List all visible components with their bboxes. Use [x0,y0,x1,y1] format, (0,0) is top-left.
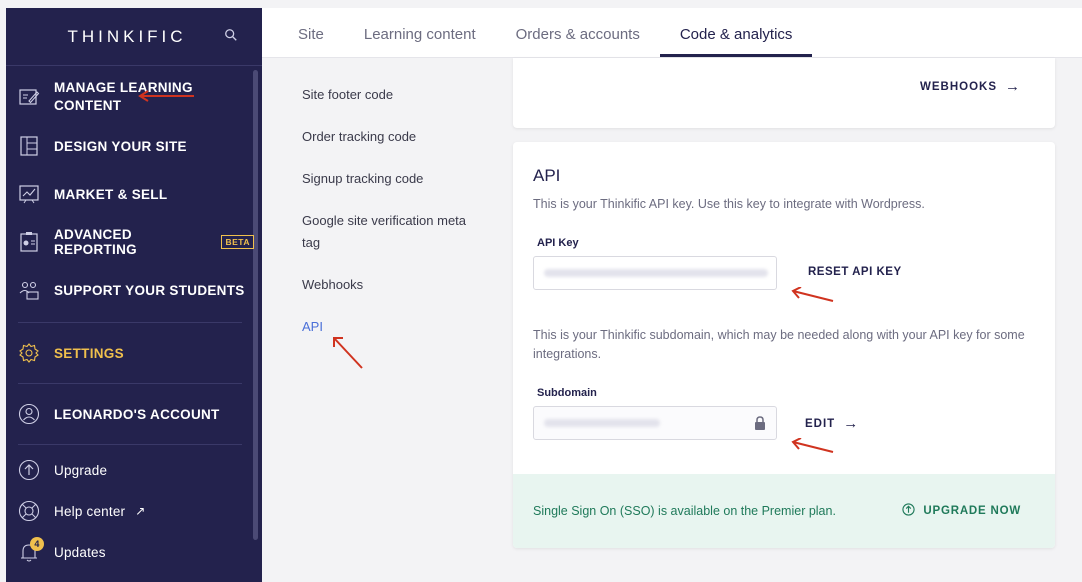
sidebar-divider [18,444,242,445]
edit-board-icon [18,86,40,108]
thinkific-logo[interactable]: THINKIFIC [67,27,186,47]
reset-api-key-button[interactable]: RESET API KEY [808,266,902,278]
students-icon [18,279,40,301]
sidebar-item-market-sell[interactable]: MARKET & SELL [6,164,254,224]
arrow-right-icon: → [843,415,860,432]
sso-message: Single Sign On (SSO) is available on the… [533,504,836,518]
sidebar-item-updates[interactable]: 4 Updates [6,529,254,575]
webhooks-link[interactable]: WEBHOOKS → [920,78,1021,95]
sidebar-header: THINKIFIC [6,8,262,66]
sidebar-item-label: Help center [54,503,126,519]
sidebar-item-label: SETTINGS [54,345,124,361]
api-title: API [533,166,561,185]
sidebar-item-advanced-reporting[interactable]: ADVANCED REPORTING BETA [6,224,254,260]
api-card: API This is your Thinkific API key. Use … [513,142,1055,548]
sso-upgrade-banner: Single Sign On (SSO) is available on the… [513,474,1055,548]
sidebar-item-help-center[interactable]: Help center ↗ [6,493,254,529]
upgrade-icon [18,459,40,481]
app-frame: THINKIFIC MANAGE LEARNING CONTENT DESIGN… [0,0,1082,582]
sidebar-item-label: LEONARDO'S ACCOUNT [54,406,220,422]
tab-code-analytics[interactable]: Code & analytics [659,26,813,57]
sidebar: THINKIFIC MANAGE LEARNING CONTENT DESIGN… [6,8,262,582]
sidebar-item-settings[interactable]: SETTINGS [6,90,254,383]
subnav-site-footer-code[interactable]: Site footer code [302,84,482,106]
sidebar-item-label: MARKET & SELL [54,186,168,202]
subnav-signup-tracking-code[interactable]: Signup tracking code [302,168,482,190]
gear-icon [18,342,40,364]
chart-board-icon [18,183,40,205]
edit-label: EDIT [805,417,836,430]
subdomain-value-redacted [544,419,660,427]
arrow-right-icon: → [1005,78,1021,95]
search-icon[interactable] [224,28,240,44]
beta-badge: BETA [221,235,254,249]
account-icon [18,403,40,425]
api-key-field[interactable] [533,256,777,290]
sidebar-item-account[interactable]: LEONARDO'S ACCOUNT [6,384,254,444]
sidebar-item-label: SUPPORT YOUR STUDENTS [54,282,245,298]
external-link-icon: ↗ [135,504,146,518]
upgrade-now-label: UPGRADE NOW [923,505,1021,517]
settings-tabs: Site Learning content Orders & accounts … [262,8,1082,58]
subdomain-field[interactable] [533,406,777,440]
upgrade-now-button[interactable]: UPGRADE NOW [902,503,1021,519]
sidebar-item-support-your-students[interactable]: SUPPORT YOUR STUDENTS [6,260,254,320]
code-analytics-subnav: Site footer code Order tracking code Sig… [262,58,510,582]
subdomain-label: Subdomain [537,387,597,399]
sidebar-item-label: Updates [54,544,106,560]
sidebar-item-design-your-site[interactable]: DESIGN YOUR SITE [6,128,254,164]
upgrade-icon [902,503,916,519]
sidebar-item-label: Upgrade [54,462,108,478]
sidebar-item-upgrade[interactable]: Upgrade [6,447,254,493]
sidebar-item-label: DESIGN YOUR SITE [54,138,187,154]
lock-icon [754,416,766,430]
report-icon [18,231,40,253]
api-description: This is your Thinkific API key. Use this… [533,197,925,211]
edit-subdomain-button[interactable]: EDIT → [805,415,859,432]
api-key-value-redacted [544,269,768,277]
updates-count-badge: 4 [30,537,44,551]
subnav-api[interactable]: API [302,316,482,338]
sidebar-item-label: ADVANCED REPORTING [54,227,137,257]
tab-orders-accounts[interactable]: Orders & accounts [496,26,660,57]
subnav-google-site-verification[interactable]: Google site verification meta tag [302,210,482,254]
subdomain-description: This is your Thinkific subdomain, which … [533,328,1025,361]
api-key-label: API Key [537,237,579,249]
webhooks-link-label: WEBHOOKS [920,80,997,93]
tab-site[interactable]: Site [262,26,344,57]
subnav-order-tracking-code[interactable]: Order tracking code [302,126,482,148]
subnav-webhooks[interactable]: Webhooks [302,274,482,296]
annotation-arrow [791,287,834,302]
webhooks-card: WEBHOOKS → [513,58,1055,128]
annotation-arrow [138,90,194,102]
annotation-arrow [791,438,834,453]
bell-icon: 4 [18,537,44,563]
sidebar-item-manage-learning-content[interactable]: MANAGE LEARNING CONTENT [6,66,254,128]
layout-icon [18,135,40,157]
lifebuoy-icon [18,500,40,522]
sidebar-nav: MANAGE LEARNING CONTENT DESIGN YOUR SITE… [6,66,254,575]
tab-learning-content[interactable]: Learning content [344,26,496,57]
annotation-arrow [333,337,363,369]
